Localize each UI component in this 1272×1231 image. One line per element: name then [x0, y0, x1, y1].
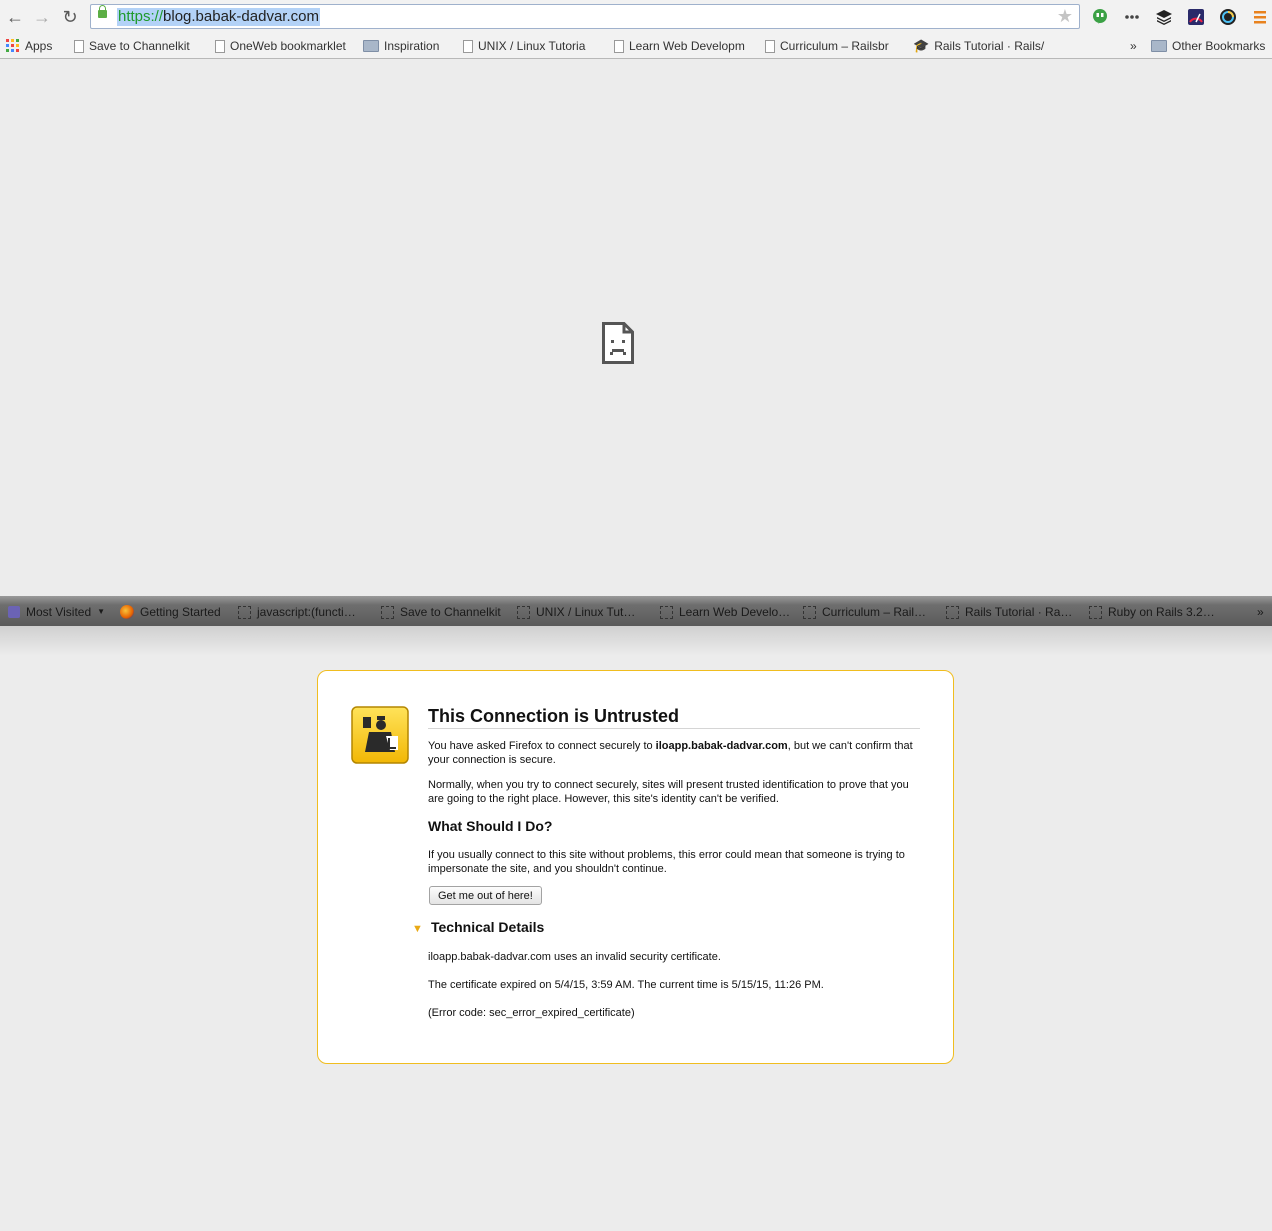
ff-bookmark-ruby-on-rails[interactable]: Ruby on Rails 3.2… — [1089, 604, 1215, 620]
expand-triangle-icon[interactable]: ▼ — [412, 923, 423, 935]
page-icon — [74, 39, 84, 53]
technical-details-heading[interactable]: Technical Details — [431, 919, 544, 935]
ff-bookmark-label: Learn Web Develo… — [679, 605, 791, 619]
folder-icon — [1151, 40, 1167, 52]
what-should-i-do-heading: What Should I Do? — [428, 818, 553, 834]
url-scheme: https:// — [118, 8, 164, 25]
page-icon — [215, 39, 225, 53]
page-icon — [238, 605, 251, 619]
page-icon — [660, 605, 673, 619]
page-icon — [803, 605, 816, 619]
most-visited-icon — [8, 606, 20, 618]
more-dots-icon[interactable] — [1123, 8, 1141, 26]
speedometer-icon[interactable] — [1187, 8, 1205, 26]
bookmark-label: OneWeb bookmarklet — [230, 39, 346, 53]
bookmark-label: Rails Tutorial · Rails/ — [934, 39, 1045, 53]
bookmark-label: Inspiration — [384, 39, 440, 53]
firefox-bookmarks-toolbar: Most Visited ▼ Getting Started javascrip… — [0, 596, 1272, 626]
folder-icon — [363, 40, 379, 52]
bookmark-unix-linux[interactable]: UNIX / Linux Tutoria — [463, 38, 598, 54]
page-icon — [463, 39, 473, 53]
color-ring-icon[interactable] — [1219, 8, 1237, 26]
bookmark-learn-web[interactable]: Learn Web Developm — [614, 38, 749, 54]
ff-bookmark-label: Ruby on Rails 3.2… — [1108, 605, 1215, 619]
ff-bookmark-save-to-channelkit[interactable]: Save to Channelkit — [381, 604, 501, 620]
grad-cap-icon: 🎓 — [913, 38, 930, 53]
forward-arrow-icon[interactable]: → — [31, 6, 53, 28]
buffer-layers-icon[interactable] — [1155, 8, 1173, 26]
ff-bookmark-curriculum[interactable]: Curriculum – Rail… — [803, 604, 926, 620]
dropdown-arrow-icon: ▼ — [97, 607, 106, 616]
page-icon — [765, 39, 775, 53]
ff-bookmark-label: Curriculum – Rail… — [822, 605, 927, 619]
bookmark-label: Other Bookmarks — [1172, 39, 1266, 53]
get-me-out-button[interactable]: Get me out of here! — [429, 886, 542, 905]
ff-bookmark-unix-linux[interactable]: UNIX / Linux Tut… — [517, 604, 635, 620]
ff-bookmark-label: Rails Tutorial · Ra… — [965, 605, 1073, 619]
bookmarks-overflow-chevron[interactable]: » — [1130, 38, 1137, 54]
bookmark-rails-tutorial[interactable]: 🎓 Rails Tutorial · Rails/ — [913, 38, 1051, 54]
back-arrow-icon[interactable]: ← — [4, 6, 26, 28]
tech-detail-error-code: (Error code: sec_error_expired_certifica… — [428, 1007, 635, 1019]
bookmark-star-icon[interactable]: ★ — [1057, 6, 1073, 27]
intro-host: iloapp.babak-dadvar.com — [655, 740, 788, 752]
hangouts-icon[interactable] — [1091, 8, 1109, 26]
bookmark-label: Learn Web Developm — [629, 39, 745, 53]
ff-bookmark-learn-web[interactable]: Learn Web Develo… — [660, 604, 790, 620]
bookmark-curriculum[interactable]: Curriculum – Railsbr — [765, 38, 900, 54]
firefox-logo-icon — [120, 605, 134, 619]
sad-page-icon — [602, 322, 634, 364]
page-icon — [517, 605, 530, 619]
page-icon — [946, 605, 959, 619]
toolbar-shadow — [0, 626, 1272, 656]
address-bar[interactable]: https://blog.babak-dadvar.com ★ — [90, 4, 1080, 29]
page-icon — [1089, 605, 1102, 619]
bookmark-oneweb[interactable]: OneWeb bookmarklet — [215, 38, 346, 54]
reload-icon[interactable]: ↻ — [59, 6, 81, 28]
menu-hamburger-icon[interactable] — [1251, 8, 1269, 26]
tech-detail-expiry: The certificate expired on 5/4/15, 3:59 … — [428, 979, 824, 991]
bookmark-inspiration[interactable]: Inspiration — [363, 38, 439, 54]
ff-bookmark-label: Most Visited — [26, 605, 92, 619]
bookmark-label: Save to Channelkit — [89, 39, 190, 53]
page-icon — [381, 605, 394, 619]
tech-detail-invalid-cert: iloapp.babak-dadvar.com uses an invalid … — [428, 951, 721, 963]
bookmarks-bar: Apps Save to Channelkit OneWeb bookmarkl… — [0, 34, 1272, 59]
untrusted-connection-card: This Connection is Untrusted You have as… — [317, 670, 954, 1064]
intro-pre: You have asked Firefox to connect secure… — [428, 740, 656, 752]
bookmark-label: Apps — [25, 39, 53, 53]
ff-bookmark-rails-tutorial[interactable]: Rails Tutorial · Ra… — [946, 604, 1072, 620]
ff-bookmark-javascript[interactable]: javascript:(functi… — [238, 604, 356, 620]
bookmark-label: Curriculum – Railsbr — [780, 39, 889, 53]
lock-icon[interactable] — [98, 5, 107, 18]
bookmark-label: UNIX / Linux Tutoria — [478, 39, 586, 53]
security-officer-warning-icon — [351, 706, 409, 764]
error-intro-text: You have asked Firefox to connect secure… — [428, 739, 920, 767]
ff-bookmark-most-visited[interactable]: Most Visited ▼ — [8, 604, 105, 620]
apps-grid-icon — [6, 39, 19, 52]
address-url[interactable]: https://blog.babak-dadvar.com — [117, 8, 320, 26]
page-icon — [614, 39, 624, 53]
url-host: blog.babak-dadvar.com — [163, 8, 319, 25]
ff-bookmark-label: Getting Started — [140, 605, 221, 619]
ff-bookmark-label: UNIX / Linux Tut… — [536, 605, 636, 619]
browser-toolbar: ← → ↻ https://blog.babak-dadvar.com ★ — [0, 0, 1272, 34]
ff-bookmarks-overflow-chevron[interactable]: » — [1257, 604, 1264, 620]
bookmark-apps[interactable]: Apps — [6, 38, 52, 54]
ff-bookmark-label: Save to Channelkit — [400, 605, 501, 619]
bookmark-save-to-channelkit[interactable]: Save to Channelkit — [74, 38, 190, 54]
ff-bookmark-getting-started[interactable]: Getting Started — [120, 604, 221, 620]
error-title: This Connection is Untrusted — [428, 706, 920, 729]
ff-bookmark-label: javascript:(functi… — [257, 605, 356, 619]
what-should-i-do-text: If you usually connect to this site with… — [428, 849, 905, 875]
error-explanation-text: Normally, when you try to connect secure… — [428, 779, 909, 805]
bookmark-other-bookmarks[interactable]: Other Bookmarks — [1151, 38, 1265, 54]
